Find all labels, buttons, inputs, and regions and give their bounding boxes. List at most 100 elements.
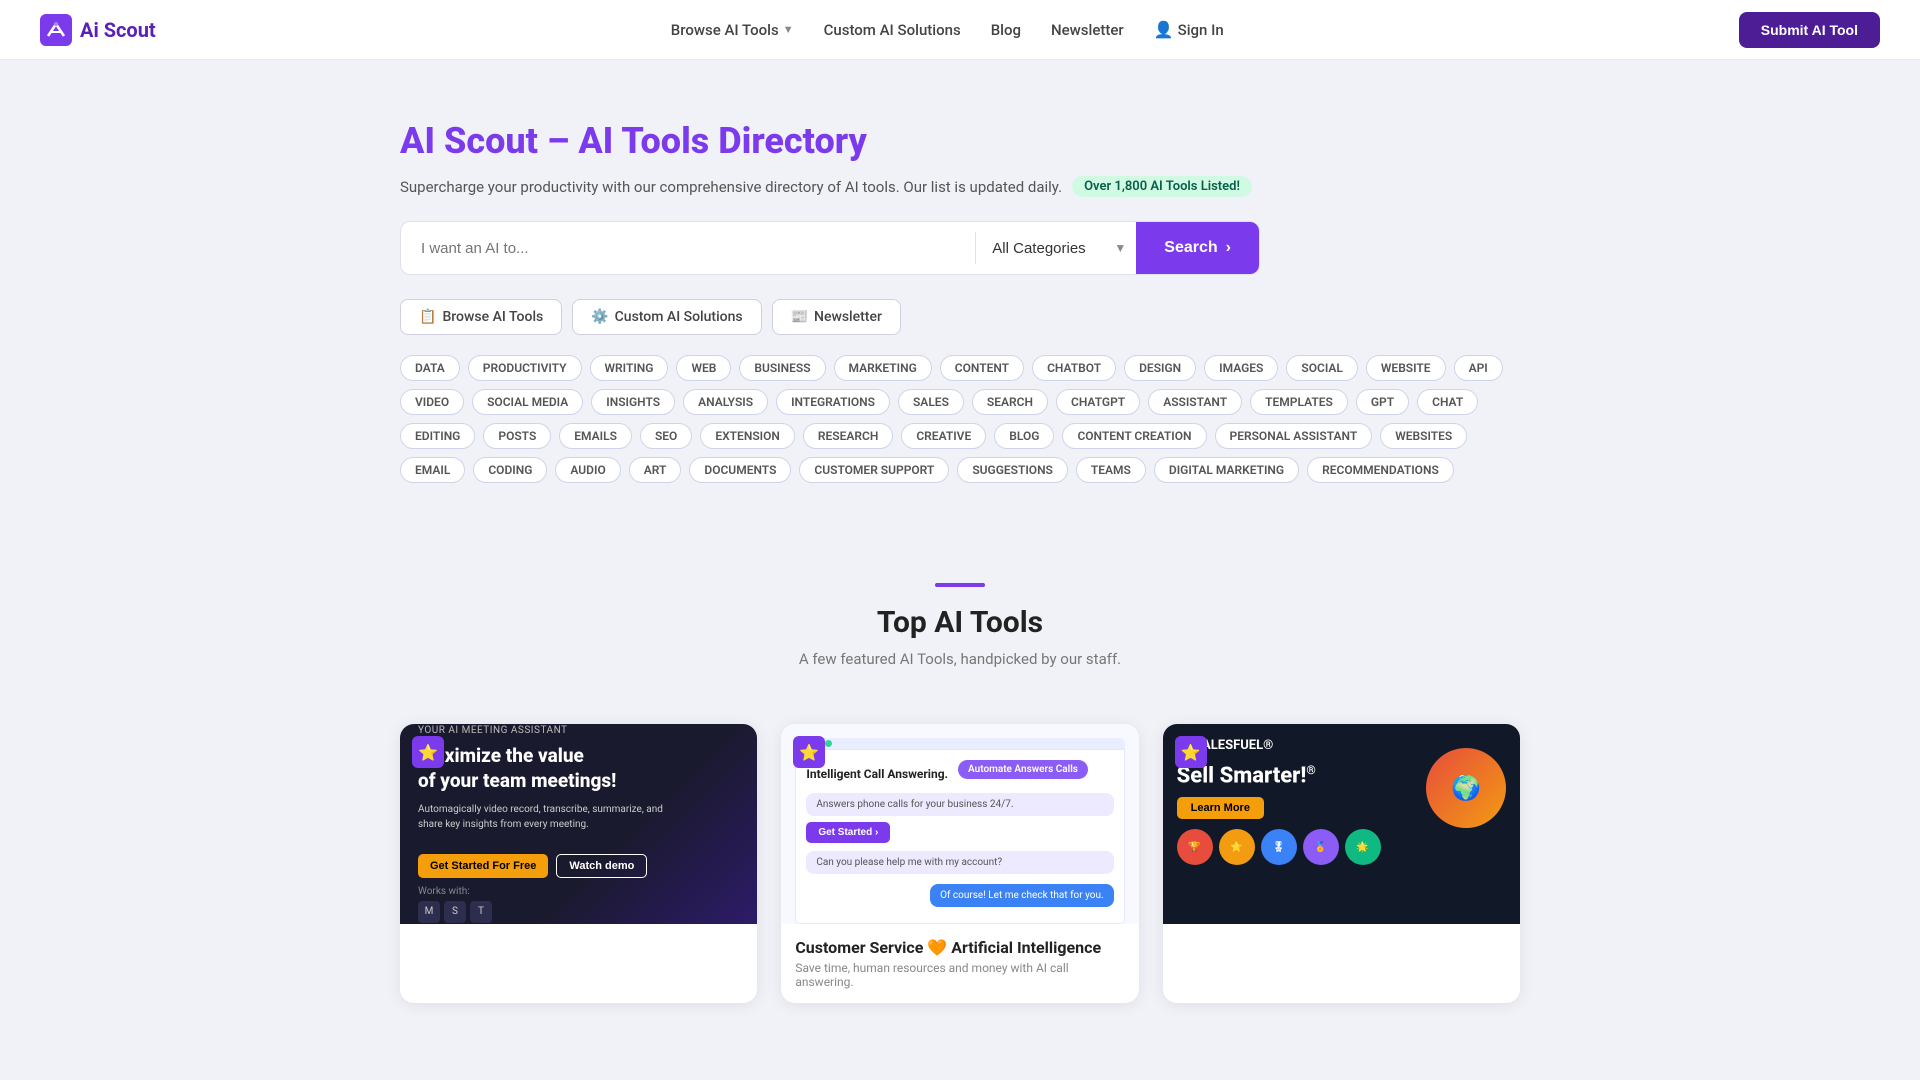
tag-social[interactable]: SOCIAL (1286, 355, 1358, 381)
logo-icon (40, 14, 72, 46)
card-1-secondary-button[interactable]: Watch demo (556, 854, 647, 878)
works-icon-slack: S (444, 901, 466, 923)
card-customer-service: ⭐ Intelligent Call Answering. Automate A… (781, 724, 1138, 1003)
tag-search[interactable]: SEARCH (972, 389, 1048, 415)
tag-design[interactable]: DESIGN (1124, 355, 1196, 381)
quick-browse-button[interactable]: 📋 Browse AI Tools (400, 299, 562, 335)
tag-analysis[interactable]: ANALYSIS (683, 389, 768, 415)
browser-dot-green (825, 740, 832, 747)
navbar: Ai Scout Browse AI Tools ▼ Custom AI Sol… (0, 0, 1920, 60)
tag-chat[interactable]: CHAT (1417, 389, 1478, 415)
tag-content-creation[interactable]: CONTENT CREATION (1062, 423, 1206, 449)
tag-seo[interactable]: SEO (640, 423, 692, 449)
search-bar: All Categories Writing Marketing Design … (400, 221, 1260, 275)
tag-websites[interactable]: WEBSITES (1380, 423, 1467, 449)
tools-count-badge: Over 1,800 AI Tools Listed! (1072, 176, 1252, 197)
hero-section: AI Scout – AI Tools Directory Supercharg… (360, 60, 1560, 533)
tag-images[interactable]: IMAGES (1204, 355, 1278, 381)
tag-suggestions[interactable]: SUGGESTIONS (957, 457, 1068, 483)
card-1-works-with-label: Works with: (418, 886, 470, 897)
page-title: AI Scout – AI Tools Directory (400, 120, 1520, 162)
tag-posts[interactable]: POSTS (483, 423, 551, 449)
card-3-learn-more-btn[interactable]: Learn More (1177, 797, 1264, 819)
tag-insights[interactable]: INSIGHTS (591, 389, 675, 415)
search-input[interactable] (401, 240, 975, 257)
award-icon-3: 🎖 (1261, 829, 1297, 865)
section-title: Top AI Tools (20, 605, 1900, 640)
category-select[interactable]: All Categories Writing Marketing Design … (976, 240, 1136, 257)
nav-sign-in[interactable]: 👤 Sign In (1154, 20, 1224, 39)
tag-marketing[interactable]: MARKETING (834, 355, 932, 381)
card-1-assistant-label: Your AI Meeting Assistant (418, 725, 568, 736)
logo-text: Ai Scout (80, 18, 156, 42)
card-1-star-badge: ⭐ (412, 736, 444, 768)
browse-icon: 📋 (419, 309, 436, 325)
tag-research[interactable]: RESEARCH (803, 423, 893, 449)
tag-content[interactable]: CONTENT (940, 355, 1024, 381)
card-3-image: ⭐ ⬡ SALESFUEL® Sell Smarter!® Learn More… (1163, 724, 1520, 924)
tag-social-media[interactable]: SOCIAL MEDIA (472, 389, 583, 415)
award-icon-4: 🏅 (1303, 829, 1339, 865)
card-2-get-started-btn[interactable]: Get Started › (806, 822, 890, 843)
sign-in-icon: 👤 (1154, 20, 1174, 39)
tag-templates[interactable]: TEMPLATES (1250, 389, 1348, 415)
tag-audio[interactable]: AUDIO (555, 457, 620, 483)
tag-coding[interactable]: CODING (473, 457, 547, 483)
card-2-browser-bar (795, 738, 1124, 749)
logo-link[interactable]: Ai Scout (40, 14, 156, 46)
tag-emails[interactable]: EMAILS (559, 423, 632, 449)
card-2-call-heading: Intelligent Call Answering. (806, 767, 948, 781)
tag-digital-marketing[interactable]: DIGITAL MARKETING (1154, 457, 1299, 483)
tag-assistant[interactable]: ASSISTANT (1148, 389, 1242, 415)
tag-web[interactable]: WEB (676, 355, 731, 381)
tag-extension[interactable]: EXTENSION (700, 423, 795, 449)
tag-creative[interactable]: CREATIVE (901, 423, 986, 449)
tag-productivity[interactable]: PRODUCTIVITY (468, 355, 582, 381)
tag-chatgpt[interactable]: CHATGPT (1056, 389, 1140, 415)
card-1-buttons: Get Started For Free Watch demo (418, 854, 647, 878)
tag-gpt[interactable]: GPT (1356, 389, 1409, 415)
card-1-primary-button[interactable]: Get Started For Free (418, 854, 548, 878)
tag-editing[interactable]: EDITING (400, 423, 475, 449)
card-salesfuel: ⭐ ⬡ SALESFUEL® Sell Smarter!® Learn More… (1163, 724, 1520, 1003)
nav-browse[interactable]: Browse AI Tools ▼ (671, 21, 794, 39)
card-2-browser-content: Intelligent Call Answering. Automate Ans… (795, 749, 1124, 924)
quick-newsletter-button[interactable]: 📰 Newsletter (772, 299, 901, 335)
card-2-chat-bubble-1: Can you please help me with my account? (806, 851, 1113, 874)
works-icon-meet: M (418, 901, 440, 923)
tag-data[interactable]: DATA (400, 355, 460, 381)
tag-chatbot[interactable]: CHATBOT (1032, 355, 1116, 381)
card-2-chat-desc: Answers phone calls for your business 24… (806, 793, 1113, 816)
card-1-heading: Maximize the valueof your team meetings! (418, 744, 616, 793)
tag-teams[interactable]: TEAMS (1076, 457, 1146, 483)
tag-video[interactable]: VIDEO (400, 389, 464, 415)
award-icon-1: 🏆 (1177, 829, 1213, 865)
quick-custom-ai-button[interactable]: ⚙️ Custom AI Solutions (572, 299, 761, 335)
tag-blog[interactable]: BLOG (994, 423, 1054, 449)
card-1-works-icons: M S T (418, 901, 492, 923)
nav-blog[interactable]: Blog (991, 21, 1021, 39)
tag-email[interactable]: EMAIL (400, 457, 465, 483)
tag-integrations[interactable]: INTEGRATIONS (776, 389, 890, 415)
tag-art[interactable]: ART (629, 457, 682, 483)
submit-tool-button[interactable]: Submit AI Tool (1739, 12, 1880, 48)
search-button[interactable]: Search › (1136, 221, 1259, 275)
tag-customer-support[interactable]: CUSTOMER SUPPORT (799, 457, 949, 483)
nav-newsletter[interactable]: Newsletter (1051, 21, 1124, 39)
tag-business[interactable]: BUSINESS (739, 355, 825, 381)
tag-api[interactable]: API (1454, 355, 1503, 381)
tag-recommendations[interactable]: RECOMMENDATIONS (1307, 457, 1454, 483)
award-icon-2: ⭐ (1219, 829, 1255, 865)
card-1-image: ⭐ Your AI Meeting Assistant Maximize the… (400, 724, 757, 924)
card-2-phone-badge: Automate Answers Calls (958, 760, 1088, 779)
tag-writing[interactable]: WRITING (590, 355, 669, 381)
newsletter-icon: 📰 (791, 309, 808, 325)
tag-sales[interactable]: SALES (898, 389, 964, 415)
tag-website[interactable]: WEBSITE (1366, 355, 1446, 381)
tag-personal-assistant[interactable]: PERSONAL ASSISTANT (1215, 423, 1373, 449)
card-2-footer-sub: Save time, human resources and money wit… (781, 961, 1138, 1003)
tags-container: DATA PRODUCTIVITY WRITING WEB BUSINESS MARKET… (400, 355, 1520, 483)
card-3-star-badge: ⭐ (1175, 736, 1207, 768)
nav-custom-ai[interactable]: Custom AI Solutions (824, 21, 961, 39)
tag-documents[interactable]: DOCUMENTS (689, 457, 791, 483)
